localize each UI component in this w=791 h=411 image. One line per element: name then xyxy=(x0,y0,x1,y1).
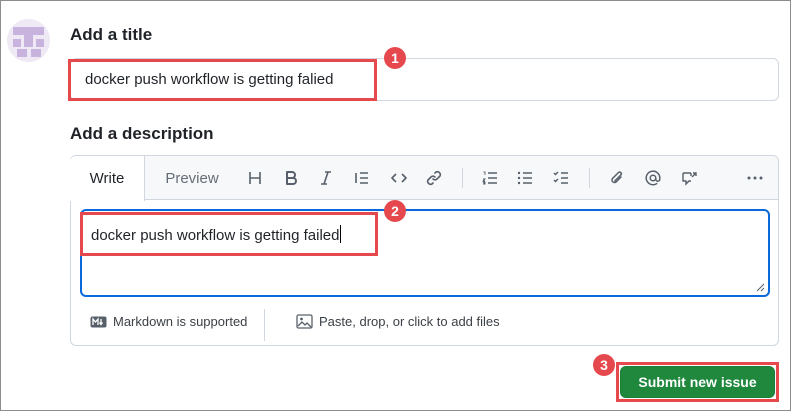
comment-editor: Write Preview docker push workflow is ge… xyxy=(70,155,779,346)
toolbar-separator xyxy=(589,168,590,188)
description-value[interactable]: docker push workflow is getting failed xyxy=(91,225,342,244)
markdown-hint[interactable]: Markdown is supported xyxy=(90,314,247,329)
annotation-badge-2: 2 xyxy=(384,200,406,222)
editor-footer: Markdown is supported Paste, drop, or cl… xyxy=(71,303,778,345)
title-label: Add a title xyxy=(70,25,153,44)
editor-toolbar: Write Preview xyxy=(70,156,778,201)
image-icon xyxy=(296,314,313,329)
task-list-icon[interactable] xyxy=(550,167,572,189)
description-textarea[interactable]: docker push workflow is getting failed xyxy=(80,209,770,297)
attach-icon[interactable] xyxy=(606,167,628,189)
tab-write[interactable]: Write xyxy=(70,156,145,201)
numbered-list-icon[interactable] xyxy=(479,167,501,189)
markdown-hint-label: Markdown is supported xyxy=(113,314,248,329)
heading-icon[interactable] xyxy=(244,167,266,189)
tab-preview[interactable]: Preview xyxy=(153,156,231,201)
mention-icon[interactable] xyxy=(642,167,664,189)
add-files-button[interactable]: Paste, drop, or click to add files xyxy=(296,314,500,329)
italic-icon[interactable] xyxy=(315,167,337,189)
link-icon[interactable] xyxy=(423,167,445,189)
code-icon[interactable] xyxy=(388,167,410,189)
quote-icon[interactable] xyxy=(351,167,373,189)
more-icon[interactable] xyxy=(744,167,766,189)
markdown-icon xyxy=(90,316,107,327)
description-label: Add a description xyxy=(70,124,214,143)
avatar[interactable] xyxy=(7,19,50,62)
annotation-badge-1: 1 xyxy=(384,47,406,69)
annotation-badge-3: 3 xyxy=(593,354,615,376)
bold-icon[interactable] xyxy=(280,167,302,189)
title-input-value[interactable]: docker push workflow is getting falied xyxy=(85,71,333,88)
bulleted-list-icon[interactable] xyxy=(514,167,536,189)
resize-handle-icon[interactable] xyxy=(756,283,765,292)
title-input[interactable]: docker push workflow is getting falied xyxy=(70,58,779,101)
toolbar-separator xyxy=(462,168,463,188)
footer-separator xyxy=(264,309,265,341)
add-files-label: Paste, drop, or click to add files xyxy=(319,314,500,329)
reference-icon[interactable] xyxy=(678,167,700,189)
submit-new-issue-button[interactable]: Submit new issue xyxy=(620,366,775,398)
